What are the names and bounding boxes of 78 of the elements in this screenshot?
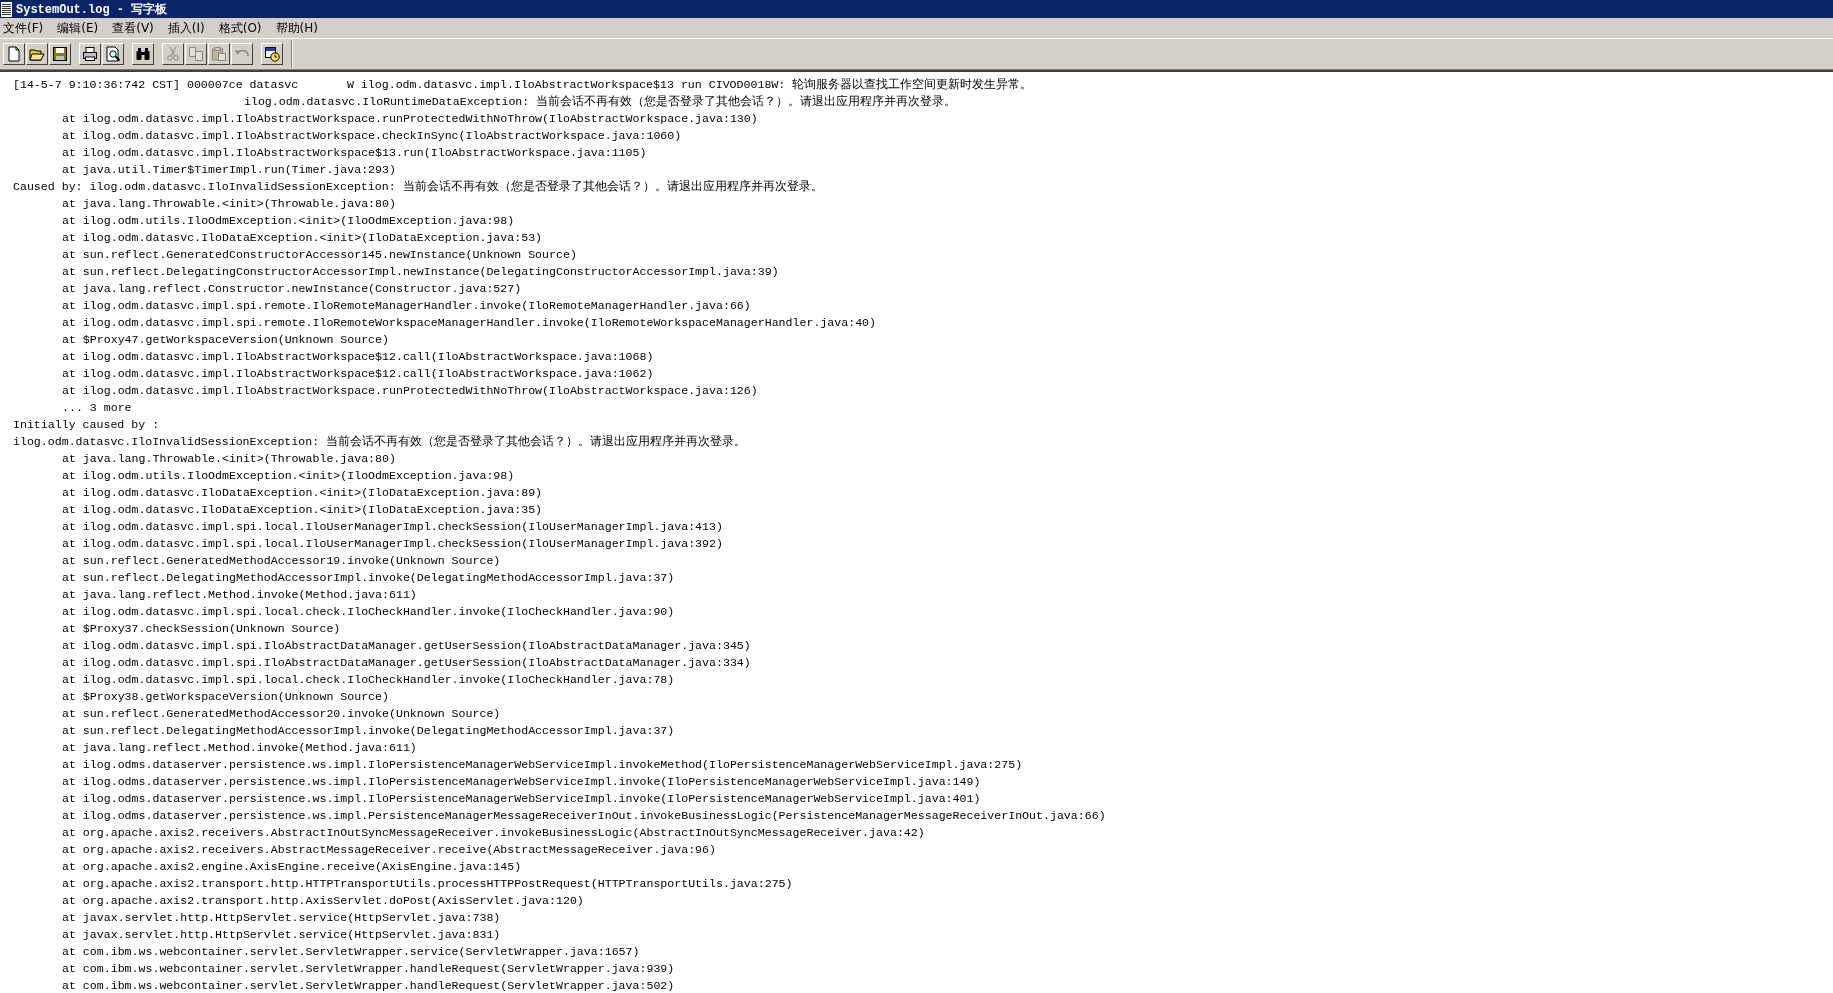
calendar-clock-icon — [264, 46, 280, 62]
log-line: at ilog.odm.datasvc.impl.spi.remote.IloRemoteWorkspaceManagerHandler.invoke(IloRemoteWorkspaceManagerHandler.java:40) — [61, 315, 876, 331]
log-line: at ilog.odm.datasvc.impl.IloAbstractWorkspace$12.call(IloAbstractWorkspace.java:1068) — [61, 349, 654, 365]
log-line: ilog.odm.datasvc.IloInvalidSessionException: 当前会话不再有效（您是否登录了其他会话？）。请退出应用程序并再次登录。 — [12, 434, 747, 450]
log-line: at org.apache.axis2.engine.AxisEngine.receive(AxisEngine.java:145) — [61, 859, 522, 875]
log-line: at ilog.odm.datasvc.IloDataException.<init>(IloDataException.java:89) — [61, 485, 543, 501]
log-line: at ilog.odm.utils.IloOdmException.<init>(IloOdmException.java:98) — [61, 468, 515, 484]
menu-item[interactable]: 格式(O) — [218, 19, 262, 37]
log-line: at com.ibm.ws.webcontainer.servlet.ServletWrapper.handleRequest(ServletWrapper.java:939) — [61, 961, 675, 977]
log-line: ... 3 more — [61, 400, 132, 416]
log-line: at ilog.odm.datasvc.impl.IloAbstractWorkspace$13.run(IloAbstractWorkspace.java:1105) — [61, 145, 647, 161]
log-line: at java.lang.reflect.Method.invoke(Method.java:611) — [61, 587, 417, 603]
log-line: at sun.reflect.DelegatingMethodAccessorImpl.invoke(DelegatingMethodAccessorImpl.java:37) — [61, 723, 675, 739]
log-line: Initially caused by : — [12, 417, 160, 433]
log-line: at ilog.odm.datasvc.impl.spi.remote.IloRemoteManagerHandler.invoke(IloRemoteManagerHandler.java:66) — [61, 298, 751, 314]
log-line: at sun.reflect.DelegatingMethodAccessorImpl.invoke(DelegatingMethodAccessorImpl.java:37) — [61, 570, 675, 586]
log-line: at java.util.Timer$TimerImpl.run(Timer.java:293) — [61, 162, 396, 178]
toolbar-button[interactable] — [132, 43, 154, 65]
log-line: at ilog.odm.datasvc.impl.IloAbstractWorkspace.runProtectedWithNoThrow(IloAbstractWorkspace.java:130) — [61, 111, 758, 127]
log-line: at ilog.odm.datasvc.impl.IloAbstractWorkspace.checkInSync(IloAbstractWorkspace.java:1060) — [61, 128, 682, 144]
menu-item[interactable]: 插入(I) — [167, 19, 205, 37]
toolbar-button[interactable] — [26, 43, 48, 65]
menu-item[interactable]: 文件(F) — [3, 19, 44, 37]
document-icon — [1, 1, 12, 17]
log-line: at sun.reflect.GeneratedConstructorAccessor145.newInstance(Unknown Source) — [61, 247, 577, 263]
scissors-icon — [165, 46, 181, 62]
log-line: at ilog.odm.datasvc.IloDataException.<init>(IloDataException.java:53) — [61, 230, 543, 246]
log-line: at ilog.odms.dataserver.persistence.ws.impl.PersistenceManagerMessageReceiverInOut.invokeBusinessLogic(PersistenceManagerMessageReceiverInOut.java:66) — [61, 808, 1106, 824]
menu-item[interactable]: 编辑(E) — [57, 19, 99, 37]
log-line: at ilog.odm.datasvc.impl.spi.IloAbstractDataManager.getUserSession(IloAbstractDataManager.java:334) — [61, 655, 751, 671]
log-line: at ilog.odm.datasvc.impl.spi.local.check.IloCheckHandler.invoke(IloCheckHandler.java:78) — [61, 672, 675, 688]
printer-icon — [82, 46, 98, 62]
window-title: SystemOut.log - 写字板 — [16, 1, 168, 18]
toolbar-button[interactable] — [102, 43, 124, 65]
magnifier-page-icon — [105, 46, 121, 62]
log-line: at javax.servlet.http.HttpServlet.service(HttpServlet.java:831) — [61, 927, 501, 943]
log-line: at $Proxy37.checkSession(Unknown Source) — [61, 621, 341, 637]
log-line: at ilog.odm.utils.IloOdmException.<init>(IloOdmException.java:98) — [61, 213, 515, 229]
log-line: at org.apache.axis2.receivers.AbstractInOutSyncMessageReceiver.invokeBusinessLogic(AbstractInOutSyncMessageReceiver.java:42) — [61, 825, 925, 841]
log-line: at com.ibm.ws.webcontainer.servlet.ServletWrapper.handleRequest(ServletWrapper.java:502) — [61, 978, 675, 993]
clipboard-icon — [211, 46, 227, 62]
log-line: at org.apache.axis2.transport.http.HTTPTransportUtils.processHTTPPostRequest(HTTPTransportUtils.java:275) — [61, 876, 793, 892]
menu-item[interactable]: 查看(V) — [112, 19, 154, 37]
copy-icon — [188, 46, 204, 62]
log-line: at sun.reflect.GeneratedMethodAccessor19.invoke(Unknown Source) — [61, 553, 501, 569]
log-line: at java.lang.Throwable.<init>(Throwable.java:80) — [61, 451, 396, 467]
menu-item[interactable]: 帮助(H) — [275, 19, 318, 37]
log-line: at ilog.odm.datasvc.impl.IloAbstractWorkspace$12.call(IloAbstractWorkspace.java:1062) — [61, 366, 654, 382]
log-line: Caused by: ilog.odm.datasvc.IloInvalidSessionException: 当前会话不再有效（您是否登录了其他会话？）。请退出应用程序并再次登录。 — [12, 179, 823, 195]
log-line: [14-5-7 9:10:36:742 CST] 000007ce datasvc W ilog.odm.datasvc.impl.IloAbstractWorkspace$13 run CIVOD0018W: 轮询服务器以查找工作空间更新时发生异常。 — [12, 77, 1033, 93]
toolbar-button[interactable] — [79, 43, 101, 65]
folder-icon — [29, 46, 45, 62]
log-line: at ilog.odms.dataserver.persistence.ws.impl.IloPersistenceManagerWebServiceImpl.invokeMethod(IloPersistenceManagerWebServiceImpl.java:275) — [61, 757, 1023, 773]
log-line: at com.ibm.ws.webcontainer.servlet.ServletWrapper.service(ServletWrapper.java:1657) — [61, 944, 640, 960]
log-line: at ilog.odm.datasvc.impl.spi.local.IloUserManagerImpl.checkSession(IloUserManagerImpl.java:392) — [61, 536, 723, 552]
toolbar-button[interactable] — [3, 43, 25, 65]
log-line: at org.apache.axis2.receivers.AbstractMessageReceiver.receive(AbstractMessageReceiver.java:96) — [61, 842, 716, 858]
log-line: at sun.reflect.GeneratedMethodAccessor20.invoke(Unknown Source) — [61, 706, 501, 722]
log-line: ilog.odm.datasvc.IloRuntimeDataException: 当前会话不再有效（您是否登录了其他会话？）。请退出应用程序并再次登录。 — [243, 94, 957, 110]
log-line: at javax.servlet.http.HttpServlet.service(HttpServlet.java:738) — [61, 910, 501, 926]
page-icon — [6, 46, 22, 62]
log-line: at ilog.odms.dataserver.persistence.ws.impl.IloPersistenceManagerWebServiceImpl.invoke(IloPersistenceManagerWebServiceImpl.java:401) — [61, 791, 981, 807]
toolbar-button[interactable] — [49, 43, 71, 65]
binoculars-icon — [135, 46, 151, 62]
log-line: at java.lang.reflect.Constructor.newInstance(Constructor.java:527) — [61, 281, 522, 297]
log-line: at java.lang.reflect.Method.invoke(Method.java:611) — [61, 740, 417, 756]
log-line: at ilog.odm.datasvc.impl.spi.IloAbstractDataManager.getUserSession(IloAbstractDataManager.java:345) — [61, 638, 751, 654]
log-line: at $Proxy38.getWorkspaceVersion(Unknown Source) — [61, 689, 389, 705]
log-line: at ilog.odm.datasvc.impl.spi.local.check.IloCheckHandler.invoke(IloCheckHandler.java:90) — [61, 604, 675, 620]
log-line: at sun.reflect.DelegatingConstructorAccessorImpl.newInstance(DelegatingConstructorAccessorImpl.java:39) — [61, 264, 779, 280]
log-line: at ilog.odm.datasvc.IloDataException.<init>(IloDataException.java:35) — [61, 502, 543, 518]
toolbar-button[interactable] — [261, 43, 283, 65]
log-line: at ilog.odms.dataserver.persistence.ws.impl.IloPersistenceManagerWebServiceImpl.invoke(IloPersistenceManagerWebServiceImpl.java:149) — [61, 774, 981, 790]
log-line: at $Proxy47.getWorkspaceVersion(Unknown Source) — [61, 332, 389, 348]
log-line: at java.lang.Throwable.<init>(Throwable.java:80) — [61, 196, 396, 212]
log-line: at ilog.odm.datasvc.impl.IloAbstractWorkspace.runProtectedWithNoThrow(IloAbstractWorkspace.java:126) — [61, 383, 758, 399]
log-line: at ilog.odm.datasvc.impl.spi.local.IloUserManagerImpl.checkSession(IloUserManagerImpl.java:413) — [61, 519, 723, 535]
log-line: at org.apache.axis2.transport.http.AxisServlet.doPost(AxisServlet.java:120) — [61, 893, 584, 909]
